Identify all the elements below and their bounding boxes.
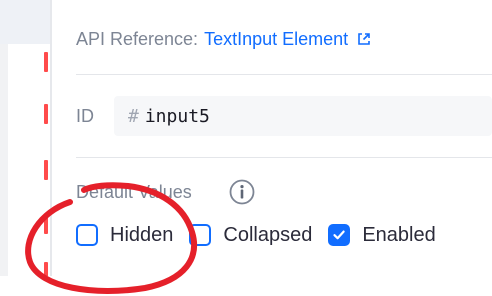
guide-dash: [44, 104, 48, 124]
id-value[interactable]: input5: [145, 106, 210, 127]
bottom-strip: [0, 276, 492, 296]
editor-left-strip: [0, 0, 8, 296]
hash-prefix: #: [128, 105, 139, 127]
collapsed-label[interactable]: Collapsed: [223, 224, 312, 247]
id-label: ID: [76, 106, 94, 126]
enabled-checkbox-item[interactable]: Enabled: [328, 224, 436, 247]
enabled-checkbox[interactable]: [328, 224, 351, 246]
default-values-checkboxes: Hidden Collapsed Enabled: [76, 221, 452, 249]
hidden-checkbox[interactable]: [76, 224, 98, 246]
enabled-label[interactable]: Enabled: [362, 224, 435, 247]
collapsed-checkbox-item[interactable]: Collapsed: [189, 224, 312, 247]
default-values-label: Default Values: [76, 182, 192, 202]
api-reference-label: API Reference:: [76, 28, 199, 49]
hidden-label[interactable]: Hidden: [110, 224, 173, 247]
guide-dash: [44, 214, 48, 234]
section-divider: [76, 74, 492, 75]
hidden-checkbox-item[interactable]: Hidden: [76, 224, 173, 247]
guide-dash: [44, 52, 48, 72]
api-reference-link[interactable]: TextInput Element: [204, 29, 348, 50]
id-field[interactable]: # input5: [114, 96, 492, 136]
section-divider: [76, 157, 492, 158]
properties-panel: API Reference: TextInput Element ID # in…: [52, 0, 492, 276]
checkmark-icon: [333, 230, 346, 240]
api-reference-row: API Reference: TextInput Element: [76, 26, 372, 52]
collapsed-checkbox[interactable]: [189, 224, 212, 246]
guide-dash: [44, 160, 48, 180]
external-link-icon[interactable]: [356, 31, 372, 47]
info-icon[interactable]: [228, 178, 256, 206]
editor-canvas: [8, 0, 48, 296]
element-guide-line: [44, 0, 48, 296]
